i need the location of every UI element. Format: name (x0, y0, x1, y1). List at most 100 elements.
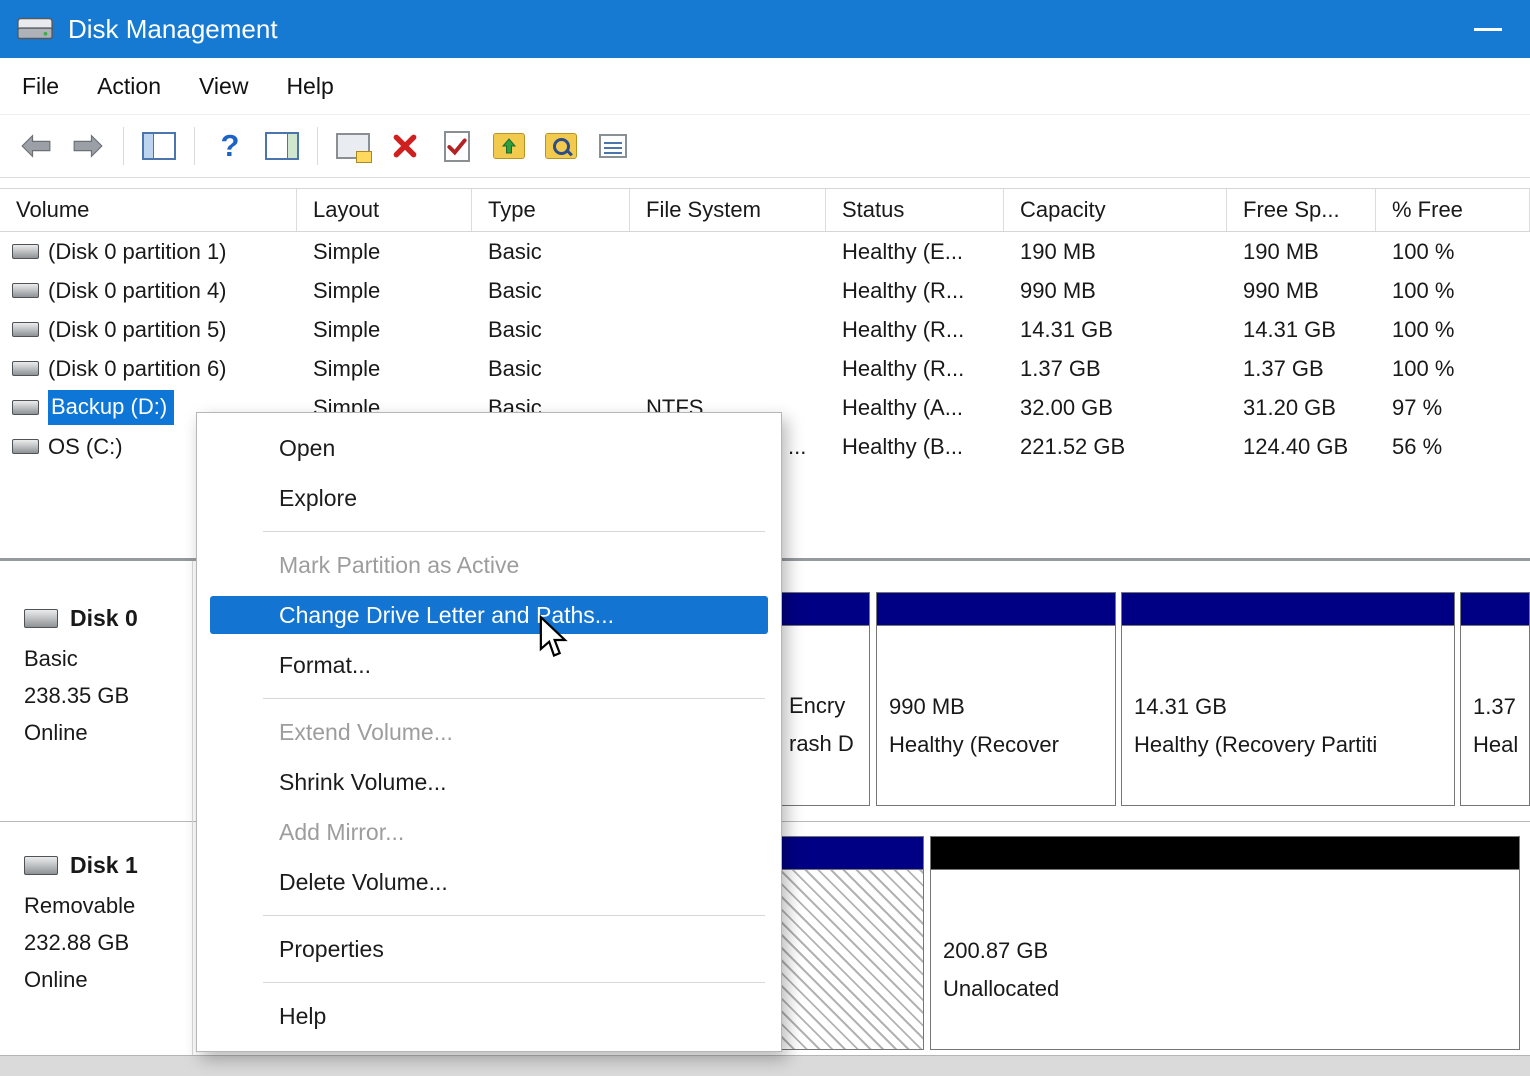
cell-free-space: 31.20 GB (1227, 395, 1376, 421)
menu-item-explore[interactable]: Explore (197, 473, 781, 523)
menu-separator (263, 915, 765, 916)
disk-status: Online (24, 961, 192, 998)
column-header-free-space[interactable]: Free Sp... (1227, 189, 1376, 231)
cell-layout: Simple (297, 239, 472, 265)
partition-text: 1.37 Heal (1473, 688, 1529, 764)
show-console-tree-icon[interactable] (139, 126, 179, 166)
column-header-file-system[interactable]: File System (630, 189, 826, 231)
properties-check-icon[interactable] (437, 126, 477, 166)
volume-icon (12, 439, 39, 454)
forward-icon[interactable] (68, 126, 108, 166)
cell-layout: Simple (297, 278, 472, 304)
cell-status: Healthy (A... (826, 395, 1004, 421)
menu-action[interactable]: Action (78, 63, 180, 110)
explore-folder-icon[interactable] (541, 126, 581, 166)
primary-partition-strip (877, 593, 1115, 626)
label-block-divider (192, 561, 193, 1055)
menu-view[interactable]: View (180, 63, 267, 110)
disk-icon (24, 609, 58, 628)
disk-name: Disk 0 (70, 605, 138, 632)
menu-help[interactable]: Help (267, 63, 352, 110)
toolbar-separator (123, 127, 124, 165)
disk0-label[interactable]: Disk 0 Basic 238.35 GB Online (0, 561, 192, 821)
cell-free-space: 190 MB (1227, 239, 1376, 265)
cell-layout: Simple (297, 317, 472, 343)
cell-type: Basic (472, 239, 630, 265)
cell-capacity: 14.31 GB (1004, 317, 1227, 343)
menu-item-change-drive-letter-and-paths[interactable]: Change Drive Letter and Paths... (210, 596, 768, 634)
minimize-button[interactable] (1474, 28, 1502, 31)
back-icon[interactable] (16, 126, 56, 166)
cell-pct-free: 100 % (1376, 239, 1530, 265)
partition-text: 990 MB Healthy (Recover (889, 688, 1115, 764)
cell-free-space: 1.37 GB (1227, 356, 1376, 382)
cell-capacity: 221.52 GB (1004, 434, 1227, 460)
disk-name: Disk 1 (70, 852, 138, 879)
partition-text: 14.31 GB Healthy (Recovery Partiti (1134, 688, 1454, 764)
cell-status: Healthy (E... (826, 239, 1004, 265)
cell-capacity: 32.00 GB (1004, 395, 1227, 421)
volume-name: (Disk 0 partition 1) (48, 239, 227, 265)
column-header-capacity[interactable]: Capacity (1004, 189, 1227, 231)
cell-free-space: 990 MB (1227, 278, 1376, 304)
volume-name: (Disk 0 partition 5) (48, 317, 227, 343)
menu-item-add-mirror: Add Mirror... (197, 807, 781, 857)
volume-name: (Disk 0 partition 6) (48, 356, 227, 382)
open-folder-icon[interactable] (489, 126, 529, 166)
column-header-pct-free[interactable]: % Free (1376, 189, 1530, 231)
menu-item-help[interactable]: Help (197, 991, 781, 1041)
toolbar-separator (317, 127, 318, 165)
recovery-990mb-block[interactable]: 990 MB Healthy (Recover (876, 592, 1116, 806)
row-disk0-partition-6[interactable]: (Disk 0 partition 6) Simple Basic Health… (0, 349, 1530, 388)
row-disk0-partition-1[interactable]: (Disk 0 partition 1) Simple Basic Health… (0, 232, 1530, 271)
menu-item-format[interactable]: Format... (197, 640, 781, 690)
menu-bar: File Action View Help (0, 58, 1530, 115)
horizontal-scrollbar[interactable] (0, 1055, 1530, 1076)
menu-item-properties[interactable]: Properties (197, 924, 781, 974)
cell-pct-free: 56 % (1376, 434, 1530, 460)
help-icon[interactable]: ? (210, 126, 250, 166)
selected-volume-name: Backup (D:) (48, 390, 174, 425)
disk-size: 232.88 GB (24, 924, 192, 961)
column-header-status[interactable]: Status (826, 189, 1004, 231)
row-disk0-partition-5[interactable]: (Disk 0 partition 5) Simple Basic Health… (0, 310, 1530, 349)
recovery-14gb-block[interactable]: 14.31 GB Healthy (Recovery Partiti (1121, 592, 1455, 806)
volume-icon (12, 244, 39, 259)
menu-file[interactable]: File (3, 63, 78, 110)
window-title: Disk Management (68, 14, 278, 45)
cell-pct-free: 97 % (1376, 395, 1530, 421)
cell-pct-free: 100 % (1376, 317, 1530, 343)
customize-columns-icon[interactable] (593, 126, 633, 166)
context-menu: Open Explore Mark Partition as Active Ch… (196, 412, 782, 1052)
cell-type: Basic (472, 317, 630, 343)
show-action-pane-icon[interactable] (262, 126, 302, 166)
disk1-label[interactable]: Disk 1 Removable 232.88 GB Online (0, 828, 192, 1055)
disk-management-app-icon (16, 13, 54, 45)
cell-pct-free: 100 % (1376, 356, 1530, 382)
menu-separator (263, 698, 765, 699)
cell-layout: Simple (297, 356, 472, 382)
toolbar: ? (0, 115, 1530, 178)
column-header-layout[interactable]: Layout (297, 189, 472, 231)
menu-separator (263, 982, 765, 983)
row-disk0-partition-4[interactable]: (Disk 0 partition 4) Simple Basic Health… (0, 271, 1530, 310)
recovery-1gb-block[interactable]: 1.37 Heal (1460, 592, 1530, 806)
cell-status: Healthy (R... (826, 356, 1004, 382)
volume-icon (12, 400, 39, 415)
disk-kind: Basic (24, 640, 192, 677)
unallocated-block[interactable]: 200.87 GB Unallocated (930, 836, 1520, 1050)
disk-size: 238.35 GB (24, 677, 192, 714)
new-window-icon[interactable] (333, 126, 373, 166)
volume-icon (12, 322, 39, 337)
menu-item-delete-volume[interactable]: Delete Volume... (197, 857, 781, 907)
cell-type: Basic (472, 278, 630, 304)
unallocated-strip (931, 837, 1519, 870)
menu-item-open[interactable]: Open (197, 423, 781, 473)
column-header-volume[interactable]: Volume (0, 189, 297, 231)
unallocated-text: 200.87 GB Unallocated (943, 932, 1519, 1008)
column-header-type[interactable]: Type (472, 189, 630, 231)
delete-volume-icon[interactable] (385, 126, 425, 166)
partition-text: Encry rash D (789, 687, 854, 763)
menu-item-shrink-volume[interactable]: Shrink Volume... (197, 757, 781, 807)
cell-capacity: 1.37 GB (1004, 356, 1227, 382)
